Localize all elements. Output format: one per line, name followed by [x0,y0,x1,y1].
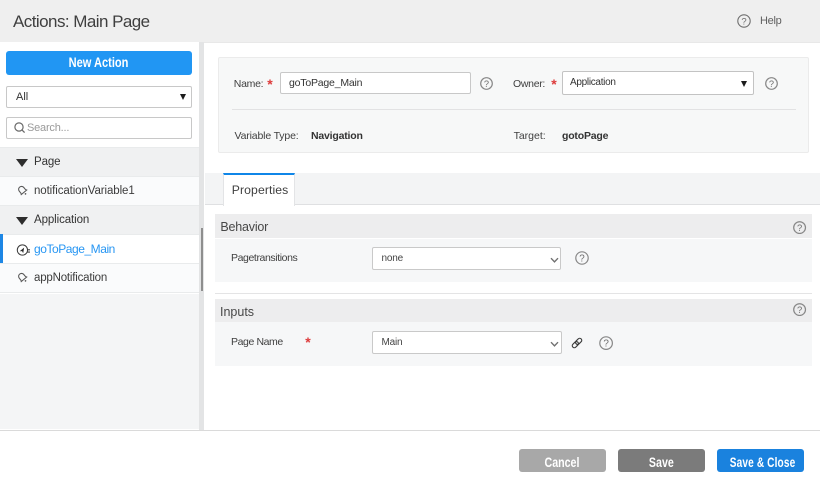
svg-text:?: ? [579,254,585,265]
svg-text:?: ? [769,78,774,88]
svg-text:?: ? [741,16,746,27]
svg-text:?: ? [797,222,802,233]
svg-text:?: ? [797,304,802,315]
svg-text:?: ? [484,78,489,88]
svg-text:?: ? [603,338,609,349]
